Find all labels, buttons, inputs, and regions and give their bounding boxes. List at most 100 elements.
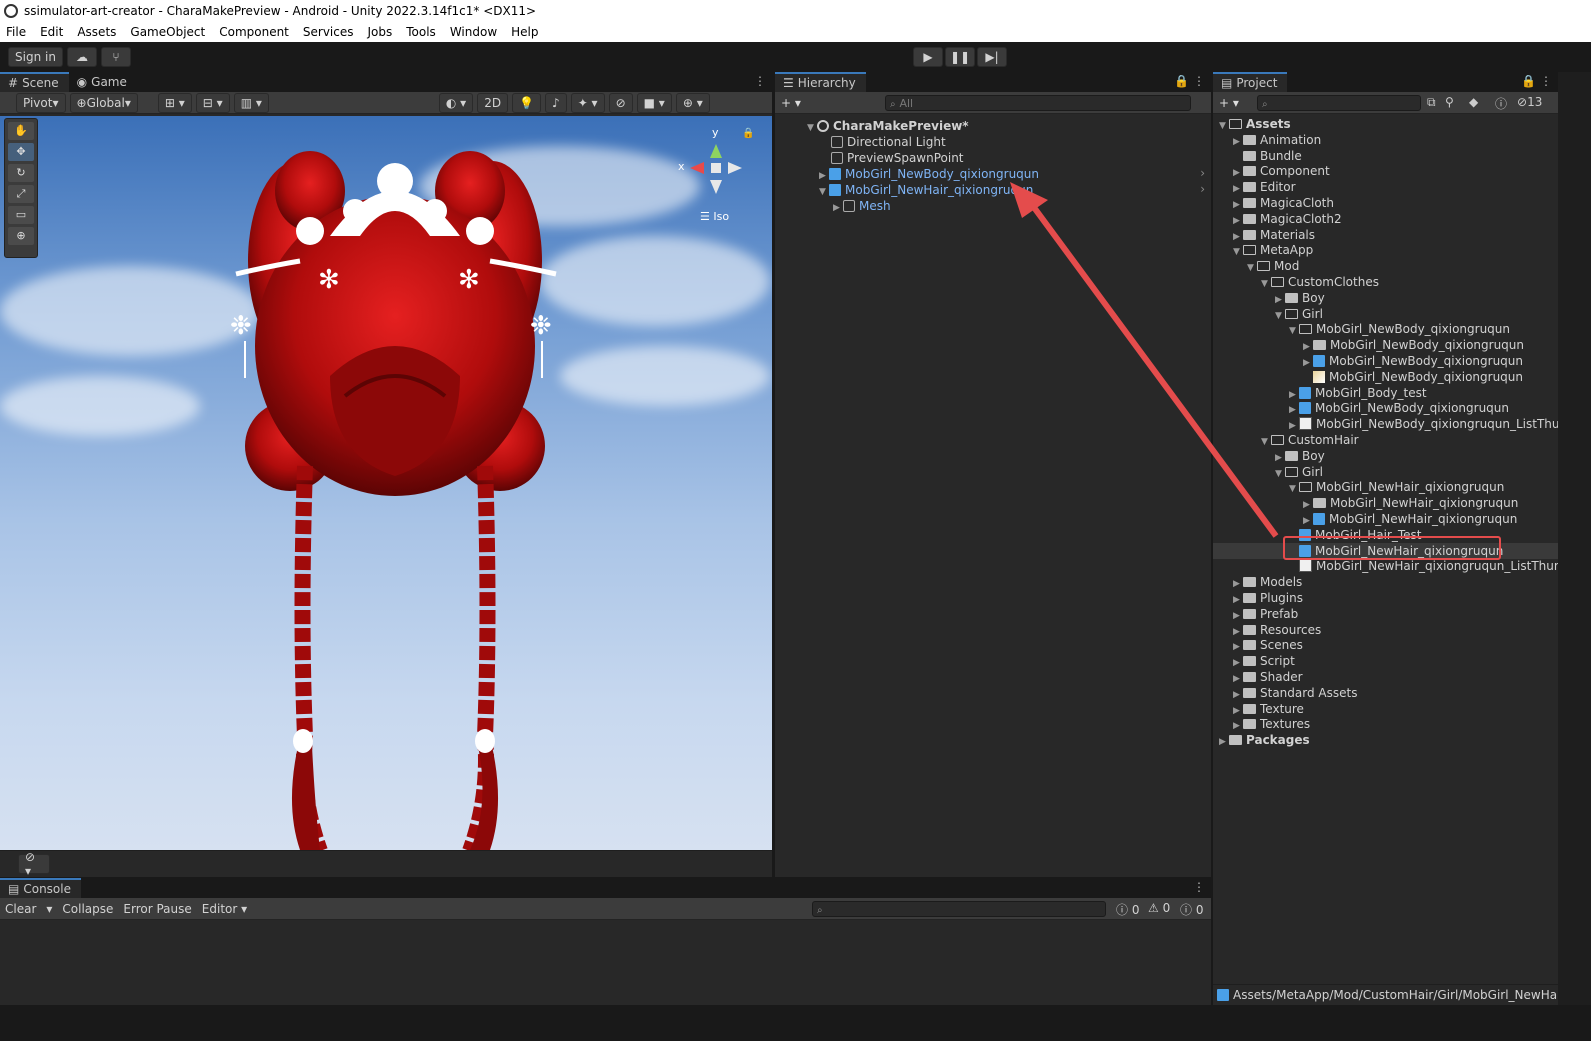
log-count-toggle[interactable]: ⓘ 0 bbox=[1116, 901, 1139, 918]
info-icon[interactable]: ⓘ bbox=[1495, 95, 1507, 112]
lock-icon[interactable]: 🔒 bbox=[1174, 74, 1189, 88]
menu-services[interactable]: Services bbox=[303, 25, 354, 39]
tab-project[interactable]: ▤ Project bbox=[1213, 72, 1288, 92]
expand-arrow-icon[interactable]: ▼ bbox=[1275, 308, 1285, 324]
transform-tool[interactable]: ⊕ bbox=[8, 227, 34, 245]
gizmo-neg-x-axis[interactable] bbox=[728, 162, 742, 174]
project-tree-item[interactable]: ▼ MobGirl_NewHair_qixiongruqun bbox=[1289, 479, 1504, 495]
expand-arrow-icon[interactable]: ▼ bbox=[807, 120, 817, 136]
rotate-tool[interactable]: ↻ bbox=[8, 164, 34, 182]
expand-arrow-icon[interactable]: ▼ bbox=[1233, 244, 1243, 260]
chevron-right-icon[interactable]: › bbox=[1200, 166, 1205, 180]
project-tree-item[interactable]: ▼ Girl bbox=[1275, 464, 1323, 480]
project-tree-item[interactable]: ▶ Script bbox=[1233, 653, 1295, 669]
project-search-input[interactable]: ⌕ bbox=[1257, 95, 1421, 111]
add-icon[interactable]: + ▾ bbox=[1219, 96, 1239, 110]
project-tree-item[interactable]: ▶ Plugins bbox=[1233, 590, 1303, 606]
hand-tool[interactable]: ✋ bbox=[8, 122, 34, 140]
collapse-button[interactable]: Collapse bbox=[57, 902, 118, 916]
project-tree-item[interactable]: ▶ MobGirl_NewBody_qixiongruqun bbox=[1303, 337, 1524, 353]
menu-help[interactable]: Help bbox=[511, 25, 538, 39]
menu-component[interactable]: Component bbox=[219, 25, 289, 39]
pause-button[interactable]: ❚❚ bbox=[945, 47, 975, 67]
expand-arrow-icon[interactable]: ▼ bbox=[1261, 276, 1271, 292]
menu-gameobject[interactable]: GameObject bbox=[130, 25, 205, 39]
lighting-toggle[interactable]: 💡 bbox=[512, 92, 542, 113]
project-tree-item[interactable]: ▶ Packages bbox=[1219, 732, 1310, 748]
tab-hierarchy[interactable]: ☰ Hierarchy bbox=[775, 72, 866, 92]
project-tree-item[interactable]: ▼ Girl bbox=[1275, 306, 1323, 322]
project-tree-item[interactable]: ▶ Animation bbox=[1233, 132, 1321, 148]
project-tree-item[interactable]: ▼ MobGirl_NewBody_qixiongruqun bbox=[1289, 321, 1510, 337]
tab-console[interactable]: ▤ Console bbox=[0, 878, 81, 898]
hierarchy-item[interactable]: PreviewSpawnPoint bbox=[831, 150, 964, 166]
hidden-packages-toggle[interactable]: ⊘13 bbox=[1517, 95, 1542, 109]
console-more-icon[interactable]: ⋮ bbox=[1193, 880, 1205, 894]
cloud-button[interactable]: ☁ bbox=[66, 47, 97, 67]
project-tree-item[interactable]: ▼ Assets bbox=[1219, 116, 1291, 132]
project-tree-item[interactable]: ▶ Resources bbox=[1233, 622, 1321, 638]
hierarchy-item[interactable]: ▶ MobGirl_NewBody_qixiongruqun bbox=[819, 166, 1039, 182]
tab-game[interactable]: ◉ Game bbox=[69, 72, 137, 92]
gizmo-center[interactable] bbox=[711, 163, 721, 173]
hierarchy-item[interactable]: ▼ MobGirl_NewHair_qixiongruqun bbox=[819, 182, 1033, 198]
type-filter-icon[interactable]: ⚲ bbox=[1445, 95, 1454, 109]
project-tree-item[interactable]: ▶ Prefab bbox=[1233, 606, 1298, 622]
menu-file[interactable]: File bbox=[6, 25, 26, 39]
hierarchy-scene-row[interactable]: ▼ CharaMakePreview* bbox=[807, 118, 969, 134]
filter-icon[interactable]: ⧉ bbox=[1427, 95, 1436, 110]
visibility-toggle[interactable]: ⊘ bbox=[608, 92, 633, 113]
scene-viewport[interactable]: ✻ ✻ ❉ ❉ y x 🔒 ☰ Iso ✋ ✥ ↻ ⤢ ▭ ⊕ bbox=[0, 116, 772, 850]
gizmo-y-axis[interactable] bbox=[710, 144, 722, 158]
expand-arrow-icon[interactable]: ▼ bbox=[1219, 118, 1229, 134]
project-tree-item[interactable]: ▶ Shader bbox=[1233, 669, 1303, 685]
draw-mode-button[interactable]: ◐ ▾ bbox=[438, 92, 474, 113]
menu-jobs[interactable]: Jobs bbox=[368, 25, 393, 39]
expand-arrow-icon[interactable]: ▼ bbox=[1247, 260, 1257, 276]
project-tree-item[interactable]: ▶ MobGirl_NewBody_qixiongruqun bbox=[1303, 353, 1523, 369]
hierarchy-item[interactable]: Directional Light bbox=[831, 134, 946, 150]
menu-window[interactable]: Window bbox=[450, 25, 497, 39]
move-tool[interactable]: ✥ bbox=[8, 143, 34, 161]
expand-arrow-icon[interactable]: ▼ bbox=[1275, 466, 1285, 482]
error-pause-button[interactable]: Error Pause bbox=[118, 902, 196, 916]
pivot-dropdown[interactable]: Pivot ▾ bbox=[16, 92, 66, 113]
project-tree-item[interactable]: ▶ Standard Assets bbox=[1233, 685, 1357, 701]
align-button[interactable]: ▥ ▾ bbox=[233, 92, 269, 113]
collab-button[interactable]: ⑂ bbox=[100, 47, 131, 67]
project-tree-item[interactable]: ▼ CustomClothes bbox=[1261, 274, 1379, 290]
project-tree-item[interactable]: ▶ Editor bbox=[1233, 179, 1296, 195]
global-dropdown[interactable]: ⊕ Global ▾ bbox=[69, 92, 138, 113]
camera-dropdown[interactable]: ■ ▾ bbox=[636, 92, 672, 113]
play-button[interactable]: ▶ bbox=[913, 47, 943, 67]
chevron-right-icon[interactable]: › bbox=[1200, 182, 1205, 196]
project-tree-item[interactable]: MobGirl_NewBody_qixiongruqun bbox=[1303, 369, 1523, 385]
expand-arrow-icon[interactable]: ▼ bbox=[1289, 481, 1299, 497]
hierarchy-item[interactable]: ▶ Mesh bbox=[833, 198, 891, 214]
tab-scene[interactable]: # Scene bbox=[0, 72, 69, 92]
add-icon[interactable]: + ▾ bbox=[781, 96, 801, 110]
clear-options-icon[interactable]: ▾ bbox=[41, 902, 57, 916]
overlay-menu-button[interactable]: ⊘ ▾ bbox=[18, 850, 50, 878]
hair-model[interactable]: ✻ ✻ ❉ ❉ bbox=[0, 116, 772, 850]
project-tree-item[interactable]: MobGirl_NewHair_qixiongruqun_ListThumb bbox=[1289, 558, 1573, 574]
menu-edit[interactable]: Edit bbox=[40, 25, 63, 39]
hierarchy-more-icon[interactable]: ⋮ bbox=[1193, 74, 1205, 88]
scene-more-icon[interactable]: ⋮ bbox=[754, 74, 766, 88]
editor-dropdown[interactable]: Editor ▾ bbox=[197, 902, 252, 916]
project-tree-item[interactable]: ▶ MobGirl_NewHair_qixiongruqun bbox=[1303, 511, 1517, 527]
gizmo-x-axis[interactable] bbox=[690, 162, 704, 174]
project-tree-item[interactable]: ▶ MobGirl_NewBody_qixiongruqun bbox=[1289, 400, 1509, 416]
project-tree-item[interactable]: ▶ MobGirl_NewHair_qixiongruqun bbox=[1303, 495, 1518, 511]
warning-count-toggle[interactable]: ⚠ 0 bbox=[1148, 901, 1170, 915]
project-tree-item[interactable]: ▶ Scenes bbox=[1233, 637, 1303, 653]
project-tree-item[interactable]: ▶ MobGirl_NewBody_qixiongruqun_ListThumb bbox=[1289, 416, 1579, 432]
project-tree-item[interactable]: ▶ Component bbox=[1233, 163, 1330, 179]
expand-arrow-icon[interactable]: ▼ bbox=[1289, 323, 1299, 339]
grid-snap-button[interactable]: ⊞ ▾ bbox=[157, 92, 192, 113]
lock-icon[interactable]: 🔒 bbox=[742, 128, 754, 139]
project-tree-item[interactable]: ▶ Boy bbox=[1275, 290, 1325, 306]
expand-arrow-icon[interactable]: ▼ bbox=[819, 184, 829, 200]
sign-in-button[interactable]: Sign in bbox=[8, 47, 63, 67]
scale-tool[interactable]: ⤢ bbox=[8, 185, 34, 203]
